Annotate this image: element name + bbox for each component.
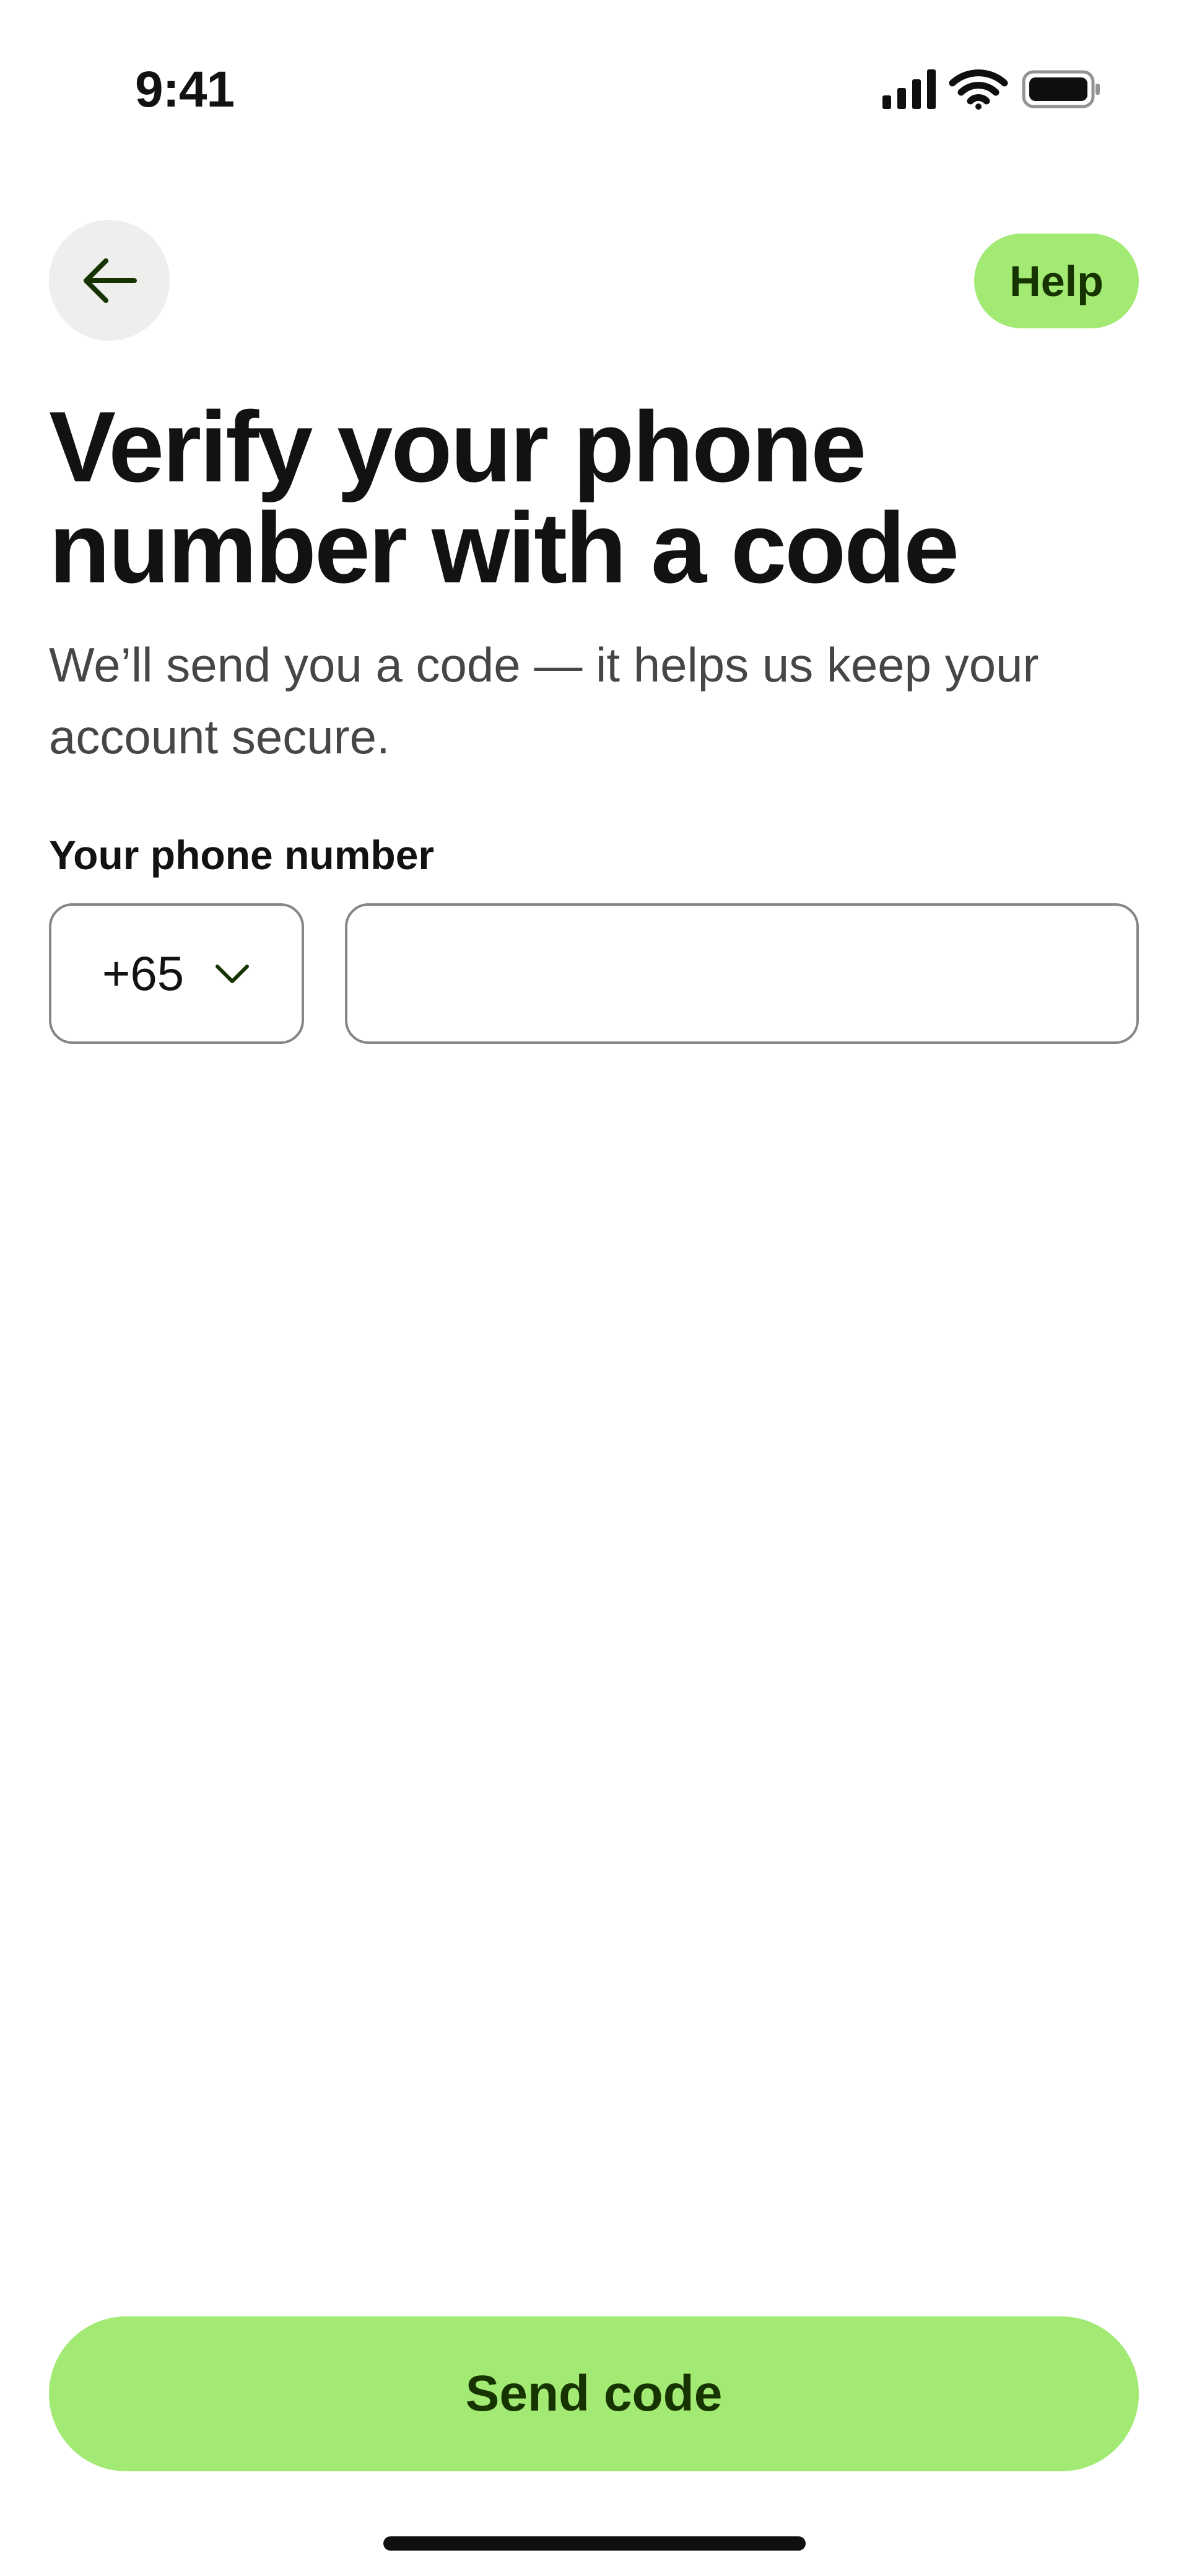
home-indicator xyxy=(383,2536,806,2551)
country-code-value: +65 xyxy=(102,946,185,1001)
help-button[interactable]: Help xyxy=(974,234,1139,328)
phone-number-label: Your phone number xyxy=(49,832,435,878)
status-time: 9:41 xyxy=(135,61,235,118)
page-title: Verify your phone number with a code xyxy=(49,391,959,604)
status-icons xyxy=(879,67,1102,112)
status-icons-svg xyxy=(882,69,1100,110)
signal-icon xyxy=(882,69,936,109)
country-code-select[interactable]: +65 xyxy=(49,903,304,1044)
send-code-button[interactable]: Send code xyxy=(49,2316,1139,2471)
page-subtitle: We’ll send you a code — it helps us keep… xyxy=(49,637,1039,764)
chevron-down-icon xyxy=(216,964,250,983)
wifi-icon xyxy=(949,69,1008,110)
battery-icon xyxy=(1022,70,1100,108)
back-button[interactable] xyxy=(49,220,170,341)
arrow-left-icon xyxy=(83,258,137,303)
phone-number-input[interactable] xyxy=(345,903,1139,1044)
